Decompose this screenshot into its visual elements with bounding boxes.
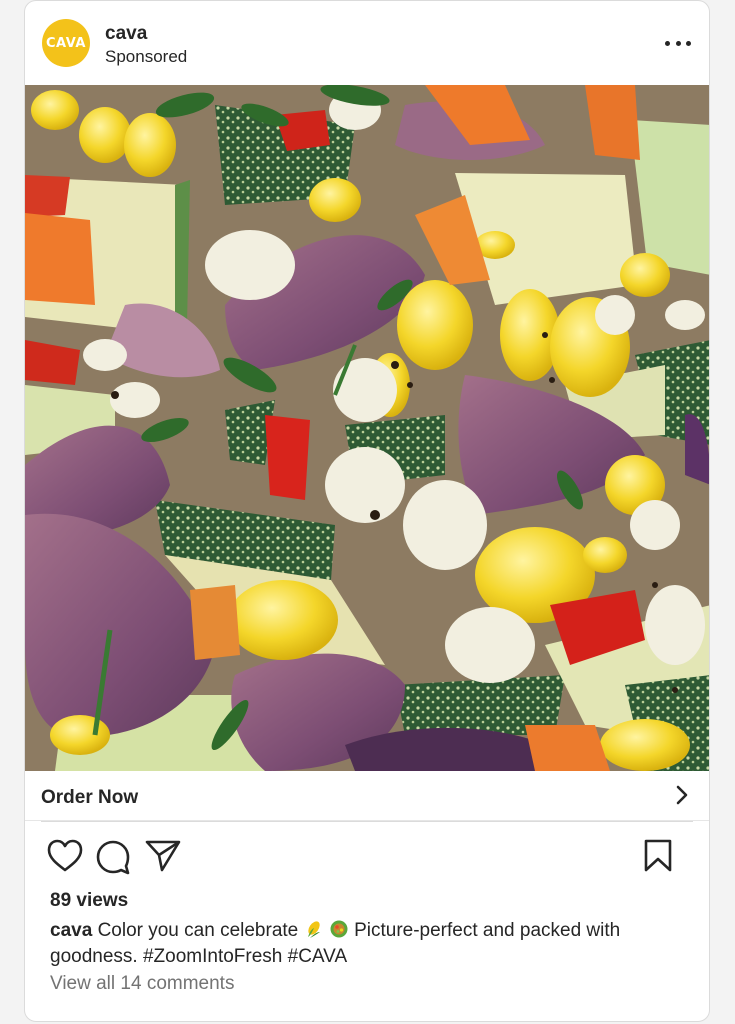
view-count: 89 views (50, 890, 129, 911)
view-all-comments-link[interactable]: View all 14 comments (50, 973, 234, 995)
post-image[interactable] (25, 85, 709, 771)
heart-icon[interactable] (47, 839, 83, 873)
salad-bowl-emoji-icon (330, 920, 348, 938)
more-options-icon[interactable] (665, 33, 691, 53)
post-action-bar (47, 839, 687, 875)
caption-username[interactable]: cava (50, 920, 92, 941)
avatar[interactable]: CAVA (42, 19, 90, 67)
sponsored-post-card: CAVA cava Sponsored Order Now 89 views c… (24, 0, 710, 1022)
order-now-button[interactable]: Order Now (41, 787, 138, 809)
share-icon[interactable] (145, 839, 181, 873)
chevron-right-icon[interactable] (675, 785, 689, 805)
order-now-bar[interactable]: Order Now (25, 771, 709, 822)
post-header: CAVA cava Sponsored (25, 1, 709, 85)
caption-text-1: Color you can celebrate (97, 920, 299, 941)
post-username[interactable]: cava (105, 23, 147, 45)
post-caption: cava Color you can celebrate Picture-per… (50, 918, 670, 970)
avatar-logo-text: CAVA (46, 35, 86, 51)
comment-icon[interactable] (95, 839, 131, 875)
corn-emoji-icon (307, 921, 320, 938)
sponsored-label: Sponsored (105, 47, 188, 66)
bookmark-icon[interactable] (643, 839, 673, 873)
